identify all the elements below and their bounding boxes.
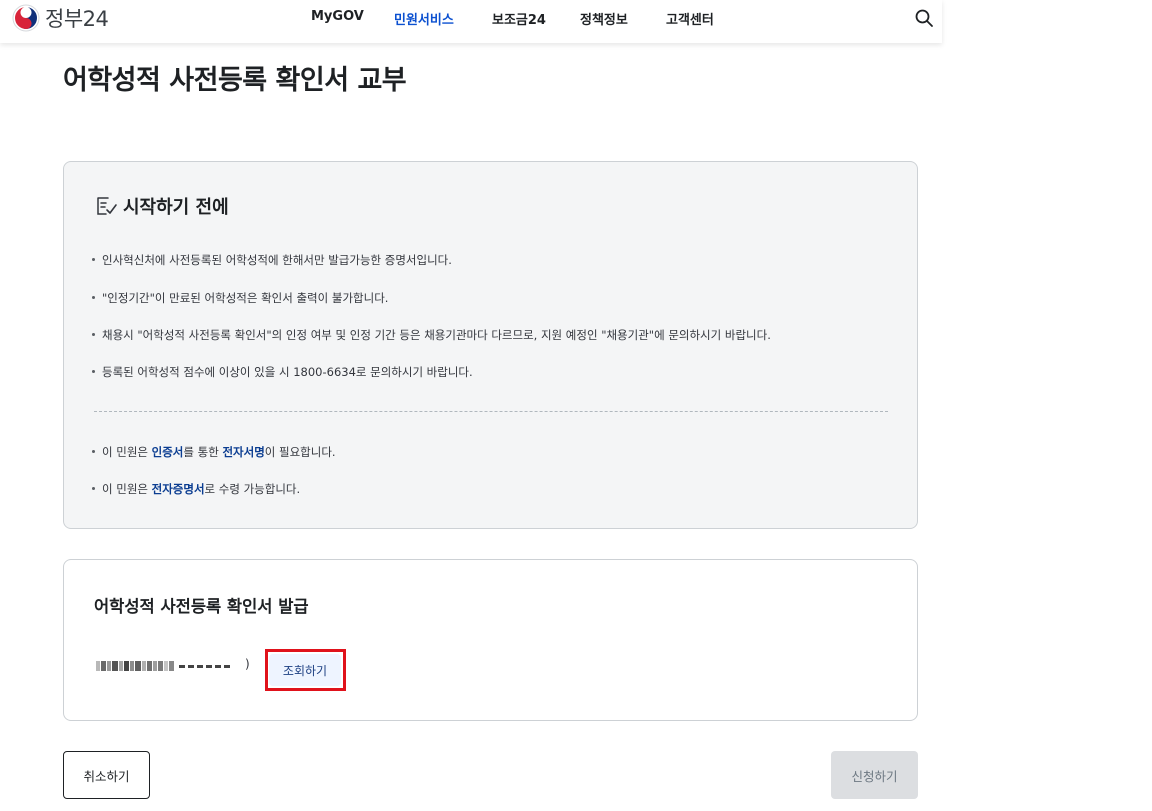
site-header: 정부24 MyGOV 민원서비스 보조금24 정책정보 고객센터 bbox=[0, 0, 942, 43]
bullet-dot bbox=[92, 258, 95, 261]
masked-number-suffix: ) bbox=[245, 657, 250, 671]
notice-heading: 시작하기 전에 bbox=[94, 193, 229, 219]
page-title: 어학성적 사전등록 확인서 교부 bbox=[63, 65, 407, 96]
nav-item-mygov[interactable]: MyGOV bbox=[311, 9, 364, 24]
emphasis-certificate: 인증서 bbox=[151, 445, 184, 459]
bullet-dot bbox=[92, 487, 95, 490]
notice-text: 이 민원은 bbox=[102, 482, 152, 496]
notice-item-text: 등록된 어학성적 점수에 이상이 있을 시 1800-6634로 문의하시기 바… bbox=[102, 365, 473, 379]
notice-text: 를 통한 bbox=[183, 445, 223, 459]
bullet-dot bbox=[92, 296, 95, 299]
notice-text: 로 수령 가능합니다. bbox=[204, 482, 301, 496]
notice-box: 시작하기 전에 인사혁신처에 사전등록된 어학성적에 한해서만 발급가능한 증명… bbox=[63, 161, 918, 529]
issue-title: 어학성적 사전등록 확인서 발급 bbox=[94, 597, 309, 616]
notice-item-e-certificate: 이 민원은 전자증명서로 수령 가능합니다. bbox=[92, 481, 300, 497]
bullet-dot bbox=[92, 450, 95, 453]
issue-panel: 어학성적 사전등록 확인서 발급 ) 조회하기 bbox=[63, 559, 918, 721]
masked-resident-number bbox=[96, 660, 250, 672]
nav-item-civil-services[interactable]: 민원서비스 bbox=[394, 9, 454, 28]
notice-item-text: "인정기간"이 만료된 어학성적은 확인서 출력이 불가합니다. bbox=[102, 291, 389, 305]
notice-text: 이 민원은 bbox=[102, 445, 152, 459]
notice-item-text: 채용시 "어학성적 사전등록 확인서"의 인정 여부 및 인정 기간 등은 채용… bbox=[102, 328, 771, 342]
dashed-divider bbox=[94, 411, 888, 412]
emphasis-e-certificate: 전자증명서 bbox=[151, 482, 205, 496]
notice-item: 등록된 어학성적 점수에 이상이 있을 시 1800-6634로 문의하시기 바… bbox=[92, 364, 473, 380]
apply-button[interactable]: 신청하기 bbox=[831, 751, 918, 799]
notice-item: 인사혁신처에 사전등록된 어학성적에 한해서만 발급가능한 증명서입니다. bbox=[92, 252, 452, 268]
notice-item-text: 인사혁신처에 사전등록된 어학성적에 한해서만 발급가능한 증명서입니다. bbox=[102, 253, 452, 267]
cancel-button[interactable]: 취소하기 bbox=[63, 751, 150, 799]
nav-item-policy-info[interactable]: 정책정보 bbox=[580, 9, 628, 28]
main-nav: MyGOV 민원서비스 보조금24 정책정보 고객센터 bbox=[0, 0, 942, 36]
nav-item-customer-center[interactable]: 고객센터 bbox=[666, 9, 714, 28]
notice-heading-text: 시작하기 전에 bbox=[123, 197, 229, 218]
bullet-dot bbox=[92, 370, 95, 373]
bullet-dot bbox=[92, 333, 95, 336]
lookup-button[interactable]: 조회하기 bbox=[269, 654, 341, 686]
checklist-icon bbox=[97, 197, 117, 215]
notice-item-certificate: 이 민원은 인증서를 통한 전자서명이 필요합니다. bbox=[92, 444, 336, 460]
notice-item: 채용시 "어학성적 사전등록 확인서"의 인정 여부 및 인정 기간 등은 채용… bbox=[92, 327, 771, 343]
emphasis-e-signature: 전자서명 bbox=[222, 445, 265, 459]
nav-item-subsidy24[interactable]: 보조금24 bbox=[492, 9, 546, 28]
search-icon[interactable] bbox=[914, 8, 934, 28]
notice-text: 이 필요합니다. bbox=[264, 445, 336, 459]
notice-item: "인정기간"이 만료된 어학성적은 확인서 출력이 불가합니다. bbox=[92, 290, 388, 306]
